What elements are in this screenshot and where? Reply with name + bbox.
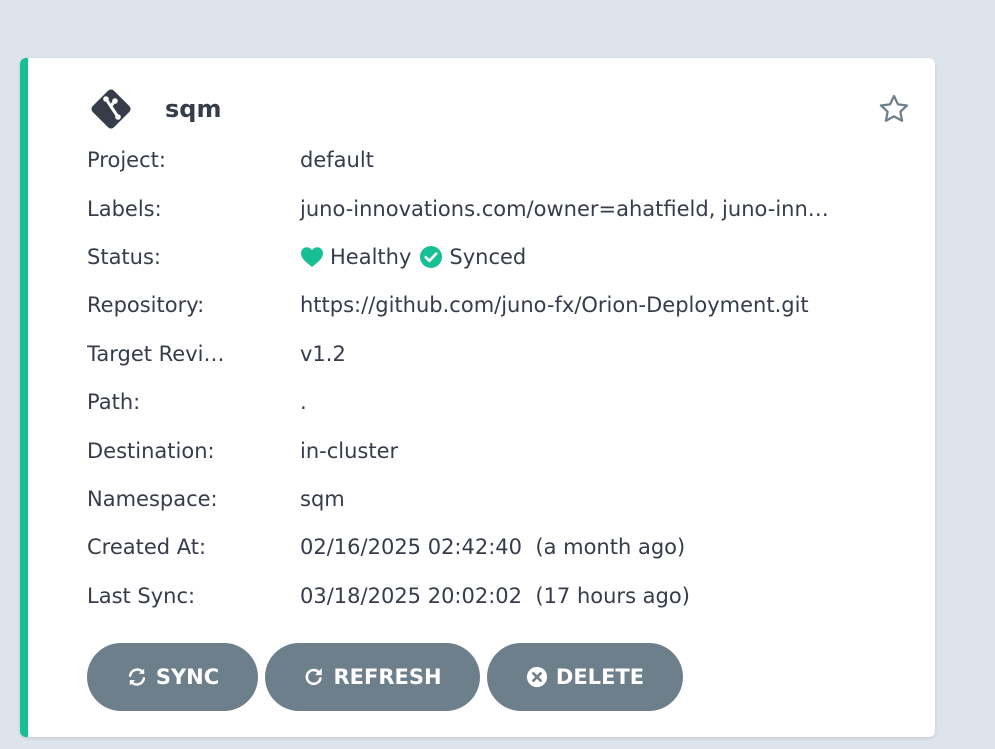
- field-value: default: [300, 148, 374, 173]
- sync-button-label: SYNC: [155, 665, 220, 689]
- action-buttons: SYNC REFRESH DELETE: [87, 643, 690, 711]
- app-name[interactable]: sqm: [165, 95, 221, 123]
- field-value: 02/16/2025 02:42:40 (a month ago): [300, 535, 686, 560]
- field-label: Labels:: [87, 196, 162, 221]
- star-icon[interactable]: [877, 92, 911, 126]
- field-value: juno-innovations.com/owner=ahatfield, ju…: [300, 196, 829, 221]
- field-value: sqm: [300, 486, 345, 511]
- field-value[interactable]: https://github.com/juno-fx/Orion-Deploym…: [300, 293, 809, 317]
- refresh-button[interactable]: REFRESH: [265, 643, 480, 711]
- heart-icon: [301, 247, 323, 267]
- git-icon: [91, 89, 131, 129]
- refresh-icon: [306, 668, 323, 686]
- row-repository: Repository: https://github.com/juno-fx/O…: [87, 281, 829, 329]
- sync-icon: [128, 668, 145, 686]
- field-value: v1.2: [300, 341, 346, 366]
- field-value: .: [300, 390, 307, 415]
- field-label: Namespace:: [87, 486, 218, 511]
- row-path: Path: .: [87, 378, 829, 426]
- status-values: Healthy Synced: [300, 245, 526, 269]
- check-circle-icon: [420, 245, 443, 268]
- application-card[interactable]: sqm Project: default Labels: juno-innova…: [20, 58, 935, 737]
- row-destination: Destination: in-cluster: [87, 426, 829, 474]
- field-label: Repository:: [87, 293, 205, 318]
- field-label: Created At:: [87, 535, 207, 560]
- field-value: 03/18/2025 20:02:02 (17 hours ago): [300, 583, 690, 608]
- row-labels: Labels: juno-innovations.com/owner=ahatf…: [87, 184, 829, 232]
- sync-button[interactable]: SYNC: [87, 643, 258, 711]
- row-last-sync: Last Sync: 03/18/2025 20:02:02 (17 hours…: [87, 572, 829, 620]
- field-label: Destination:: [87, 438, 215, 463]
- row-created-at: Created At: 02/16/2025 02:42:40 (a month…: [87, 523, 829, 571]
- status-accent-bar: [20, 58, 28, 737]
- card-header: sqm: [87, 86, 221, 132]
- row-namespace: Namespace: sqm: [87, 475, 829, 523]
- sync-status: Synced: [449, 244, 527, 269]
- app-details: Project: default Labels: juno-innovation…: [87, 136, 829, 620]
- field-label: Project:: [87, 148, 166, 173]
- health-status: Healthy: [330, 244, 412, 269]
- field-label: Path:: [87, 390, 141, 415]
- field-label: Status:: [87, 244, 161, 269]
- delete-button-label: DELETE: [555, 665, 645, 689]
- delete-button[interactable]: DELETE: [487, 643, 683, 711]
- field-label: Last Sync:: [87, 583, 196, 608]
- field-label: Target Revi…: [87, 341, 225, 366]
- row-status: Status: Healthy Synced: [87, 233, 829, 281]
- refresh-button-label: REFRESH: [333, 665, 442, 689]
- row-project: Project: default: [87, 136, 829, 184]
- row-target-revision: Target Revi… v1.2: [87, 330, 829, 378]
- field-value: in-cluster: [300, 438, 399, 463]
- close-circle-icon: [526, 666, 547, 688]
